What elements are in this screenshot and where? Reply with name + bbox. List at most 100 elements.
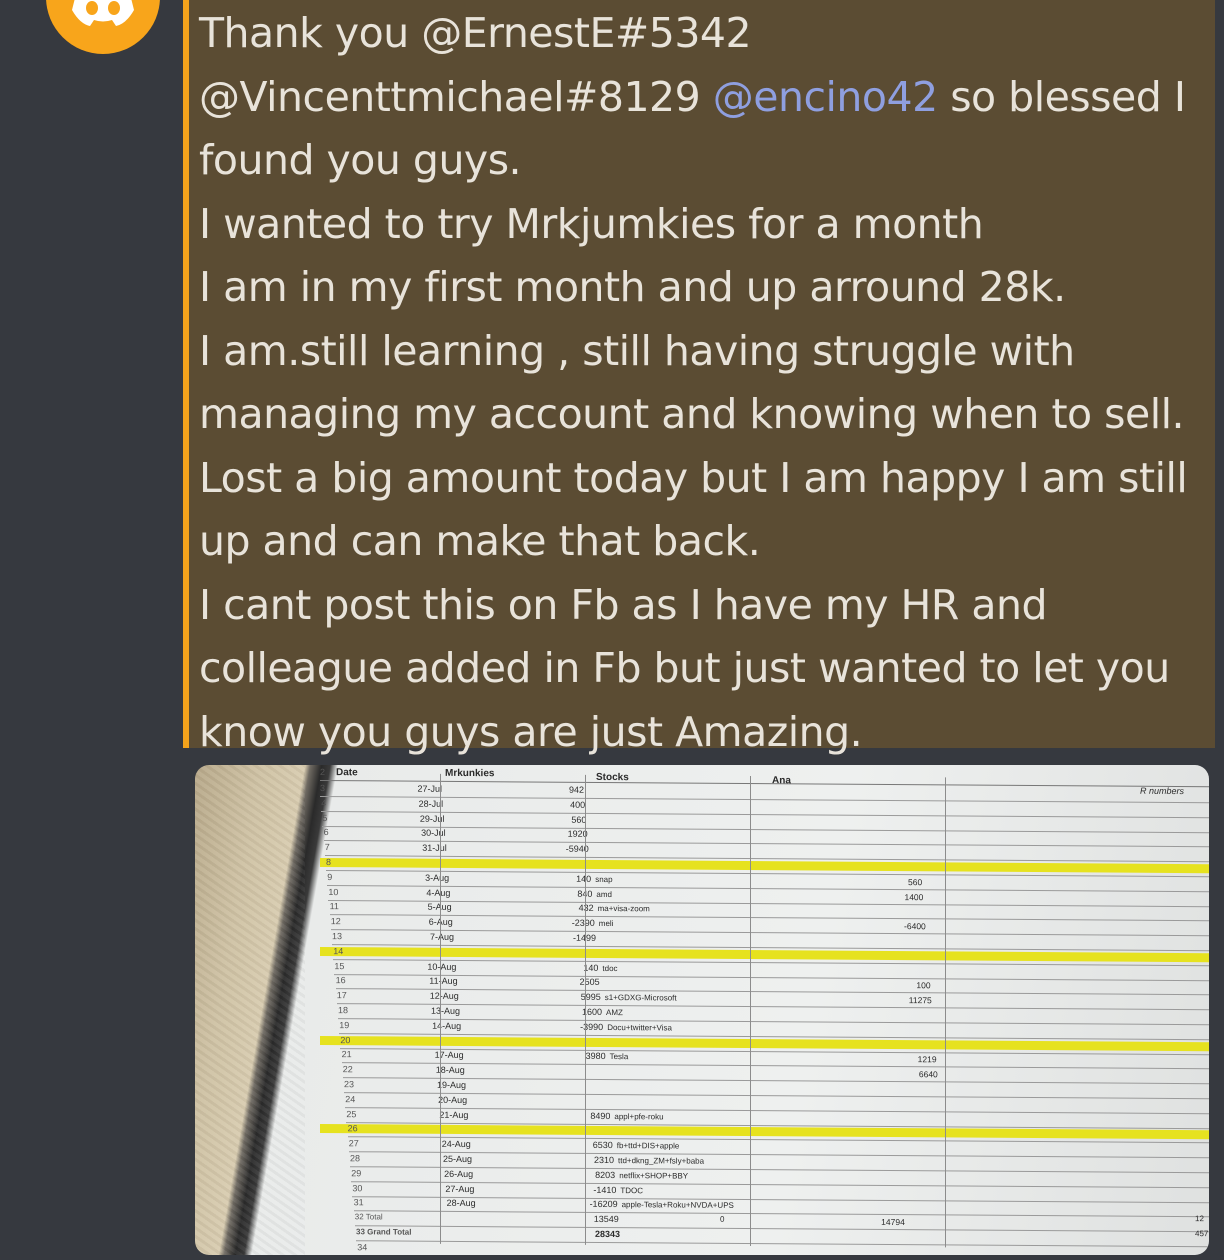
row-number: 6 <box>323 827 329 838</box>
message-text-segment: know you guys are just Amazing. <box>199 707 863 756</box>
message-text-segment: I wanted to try Mrkjumkies for a month <box>199 199 984 248</box>
mrkunkies-cell: 8490 <box>590 1110 611 1121</box>
message-line: I wanted to try Mrkjumkies for a month <box>199 193 1209 257</box>
row-number: 24 <box>345 1093 356 1105</box>
stocks-cell: Docu+twitter+Visa <box>607 1022 672 1033</box>
date-cell: 13-Aug <box>430 1005 460 1016</box>
message-text: Thank you @ErnestE#5342 @Vincenttmichael#… <box>199 2 1209 764</box>
message-text-segment: @Vincenttmichael#8129 <box>199 72 713 121</box>
row-number: 25 <box>346 1108 357 1119</box>
message-text-segment: I am in my first month and up arround 28… <box>199 263 1066 311</box>
column-gridline <box>440 773 441 1244</box>
side-cell: 457 <box>1195 1229 1209 1239</box>
stocks-cell: AMZ <box>606 1007 623 1018</box>
message-text-segment: up and can make that back. <box>199 517 761 565</box>
date-cell: 11-Aug <box>429 976 458 987</box>
mrkunkies-cell: 1920 <box>567 829 588 840</box>
mrkunkies-cell: 2505 <box>579 977 600 988</box>
stocks-cell: fb+ttd+DIS+apple <box>616 1141 680 1151</box>
row-number: 15 <box>334 960 345 971</box>
header-mrkunkies: Mrkunkies <box>445 767 495 780</box>
header-stocks: Stocks <box>596 771 629 784</box>
message-line: colleague added in Fb but just wanted to… <box>199 637 1209 701</box>
message-line: @Vincenttmichael#8129 @encino42 so bless… <box>199 66 1209 130</box>
row-number: 12 <box>330 916 341 927</box>
mrkunkies-cell: -1499 <box>532 932 596 943</box>
row-number: 10 <box>328 886 339 897</box>
row-number: 34 <box>357 1242 368 1253</box>
message-line: found you guys. <box>199 129 1209 193</box>
message-text-segment: so blessed I <box>937 72 1186 121</box>
row-number: 14 <box>333 945 344 956</box>
stocks-cell: snap <box>595 874 613 884</box>
date-cell: 6-Aug <box>401 917 453 927</box>
date-cell: 28-Jul <box>418 798 444 809</box>
message-line: I am.still learning , still having strug… <box>199 320 1209 384</box>
row-number: 28 <box>350 1153 361 1164</box>
mrkunkies-cell: 560 <box>571 814 587 825</box>
message-line: managing my account and knowing when to … <box>199 383 1209 447</box>
column-gridline <box>945 777 946 1248</box>
date-cell: 26-Aug <box>444 1168 474 1179</box>
date-cell: 31-Jul <box>422 842 447 854</box>
header-rownum: 2 <box>320 767 326 778</box>
date-cell: 12-Aug <box>429 990 459 1002</box>
r-number-cell: -6400 <box>904 921 926 932</box>
row-number: 5 <box>322 812 328 823</box>
stocks-cell: ma+visa-zoom <box>597 904 650 914</box>
stocks-cell: s1+GDXG-Microsoft <box>604 993 677 1003</box>
mrkunkies-cell: 3980 <box>585 1051 606 1062</box>
mrkunkies-cell: 6530 <box>592 1140 613 1151</box>
message-line: I am in my first month and up arround 28… <box>199 256 1209 320</box>
mrkunkies-cell: 840 <box>528 888 592 898</box>
message-line: Lost a big amount today but I am happy I… <box>199 447 1209 511</box>
row-number: 26 <box>347 1123 358 1134</box>
date-cell: 27-Jul <box>417 783 442 794</box>
r-number-cell: 6640 <box>918 1069 938 1080</box>
message-text-segment: managing my account and knowing when to … <box>199 390 1185 438</box>
stocks-cell: TDOC <box>620 1185 644 1195</box>
mrkunkies-cell: 8203 <box>595 1169 616 1180</box>
row-number: 17 <box>336 990 347 1001</box>
date-cell: 17-Aug <box>434 1050 464 1061</box>
date-cell: 24-Aug <box>441 1139 471 1150</box>
date-cell: 3-Aug <box>425 872 450 883</box>
date-cell: 5-Aug <box>400 902 452 912</box>
mrkunkies-cell: 5995 <box>580 992 601 1003</box>
r-number-cell: 560 <box>908 876 923 888</box>
date-cell: 14-Aug <box>432 1020 462 1031</box>
column-gridline <box>750 776 751 1247</box>
column-gridline <box>585 774 586 1245</box>
r-number-cell: 14794 <box>881 1217 905 1228</box>
date-cell: 30-Jul <box>421 828 446 839</box>
row-number: 31 <box>353 1197 364 1208</box>
date-cell: 10-Aug <box>427 961 457 972</box>
attached-spreadsheet-photo[interactable]: 2 Date Mrkunkies Stocks Ana R numbers 32… <box>195 765 1209 1255</box>
row-number: 13 <box>332 931 343 942</box>
discord-logo-icon <box>72 0 134 26</box>
user-mention[interactable]: @encino42 <box>713 73 938 121</box>
row-number: 4 <box>321 797 327 808</box>
stocks-cell: ttd+dkng_ZM+fsly+baba <box>618 1156 705 1166</box>
message-text-segment: colleague added in Fb but just wanted to… <box>199 644 1170 692</box>
mrkunkies-cell: 13549 <box>593 1214 619 1225</box>
mrkunkies-cell: 1600 <box>581 1006 602 1017</box>
mrkunkies-cell: 2310 <box>593 1154 614 1166</box>
row-number: 11 <box>329 901 339 912</box>
mrkunkies-cell: -5940 <box>565 843 589 855</box>
user-avatar[interactable] <box>46 0 160 54</box>
textured-wall <box>195 765 305 1255</box>
message-line: Thank you @ErnestE#5342 <box>199 2 1209 66</box>
stocks-cell: Tesla <box>609 1052 629 1062</box>
mrkunkies-cell: 140 <box>576 873 592 884</box>
message-line: I cant post this on Fb as I have my HR a… <box>199 574 1209 638</box>
date-cell: 7-Aug <box>429 931 454 942</box>
message-quote-block: Thank you @ErnestE#5342 @Vincenttmichael#… <box>183 0 1215 756</box>
row-number: 19 <box>339 1019 350 1031</box>
date-cell: 29-Jul <box>419 813 445 824</box>
side-cell: 0 <box>720 1214 725 1225</box>
date-cell: 20-Aug <box>438 1094 468 1105</box>
date-cell: 4-Aug <box>426 887 451 898</box>
row-number: 3 <box>320 783 326 794</box>
message-line: know you guys are just Amazing. <box>199 701 1209 765</box>
